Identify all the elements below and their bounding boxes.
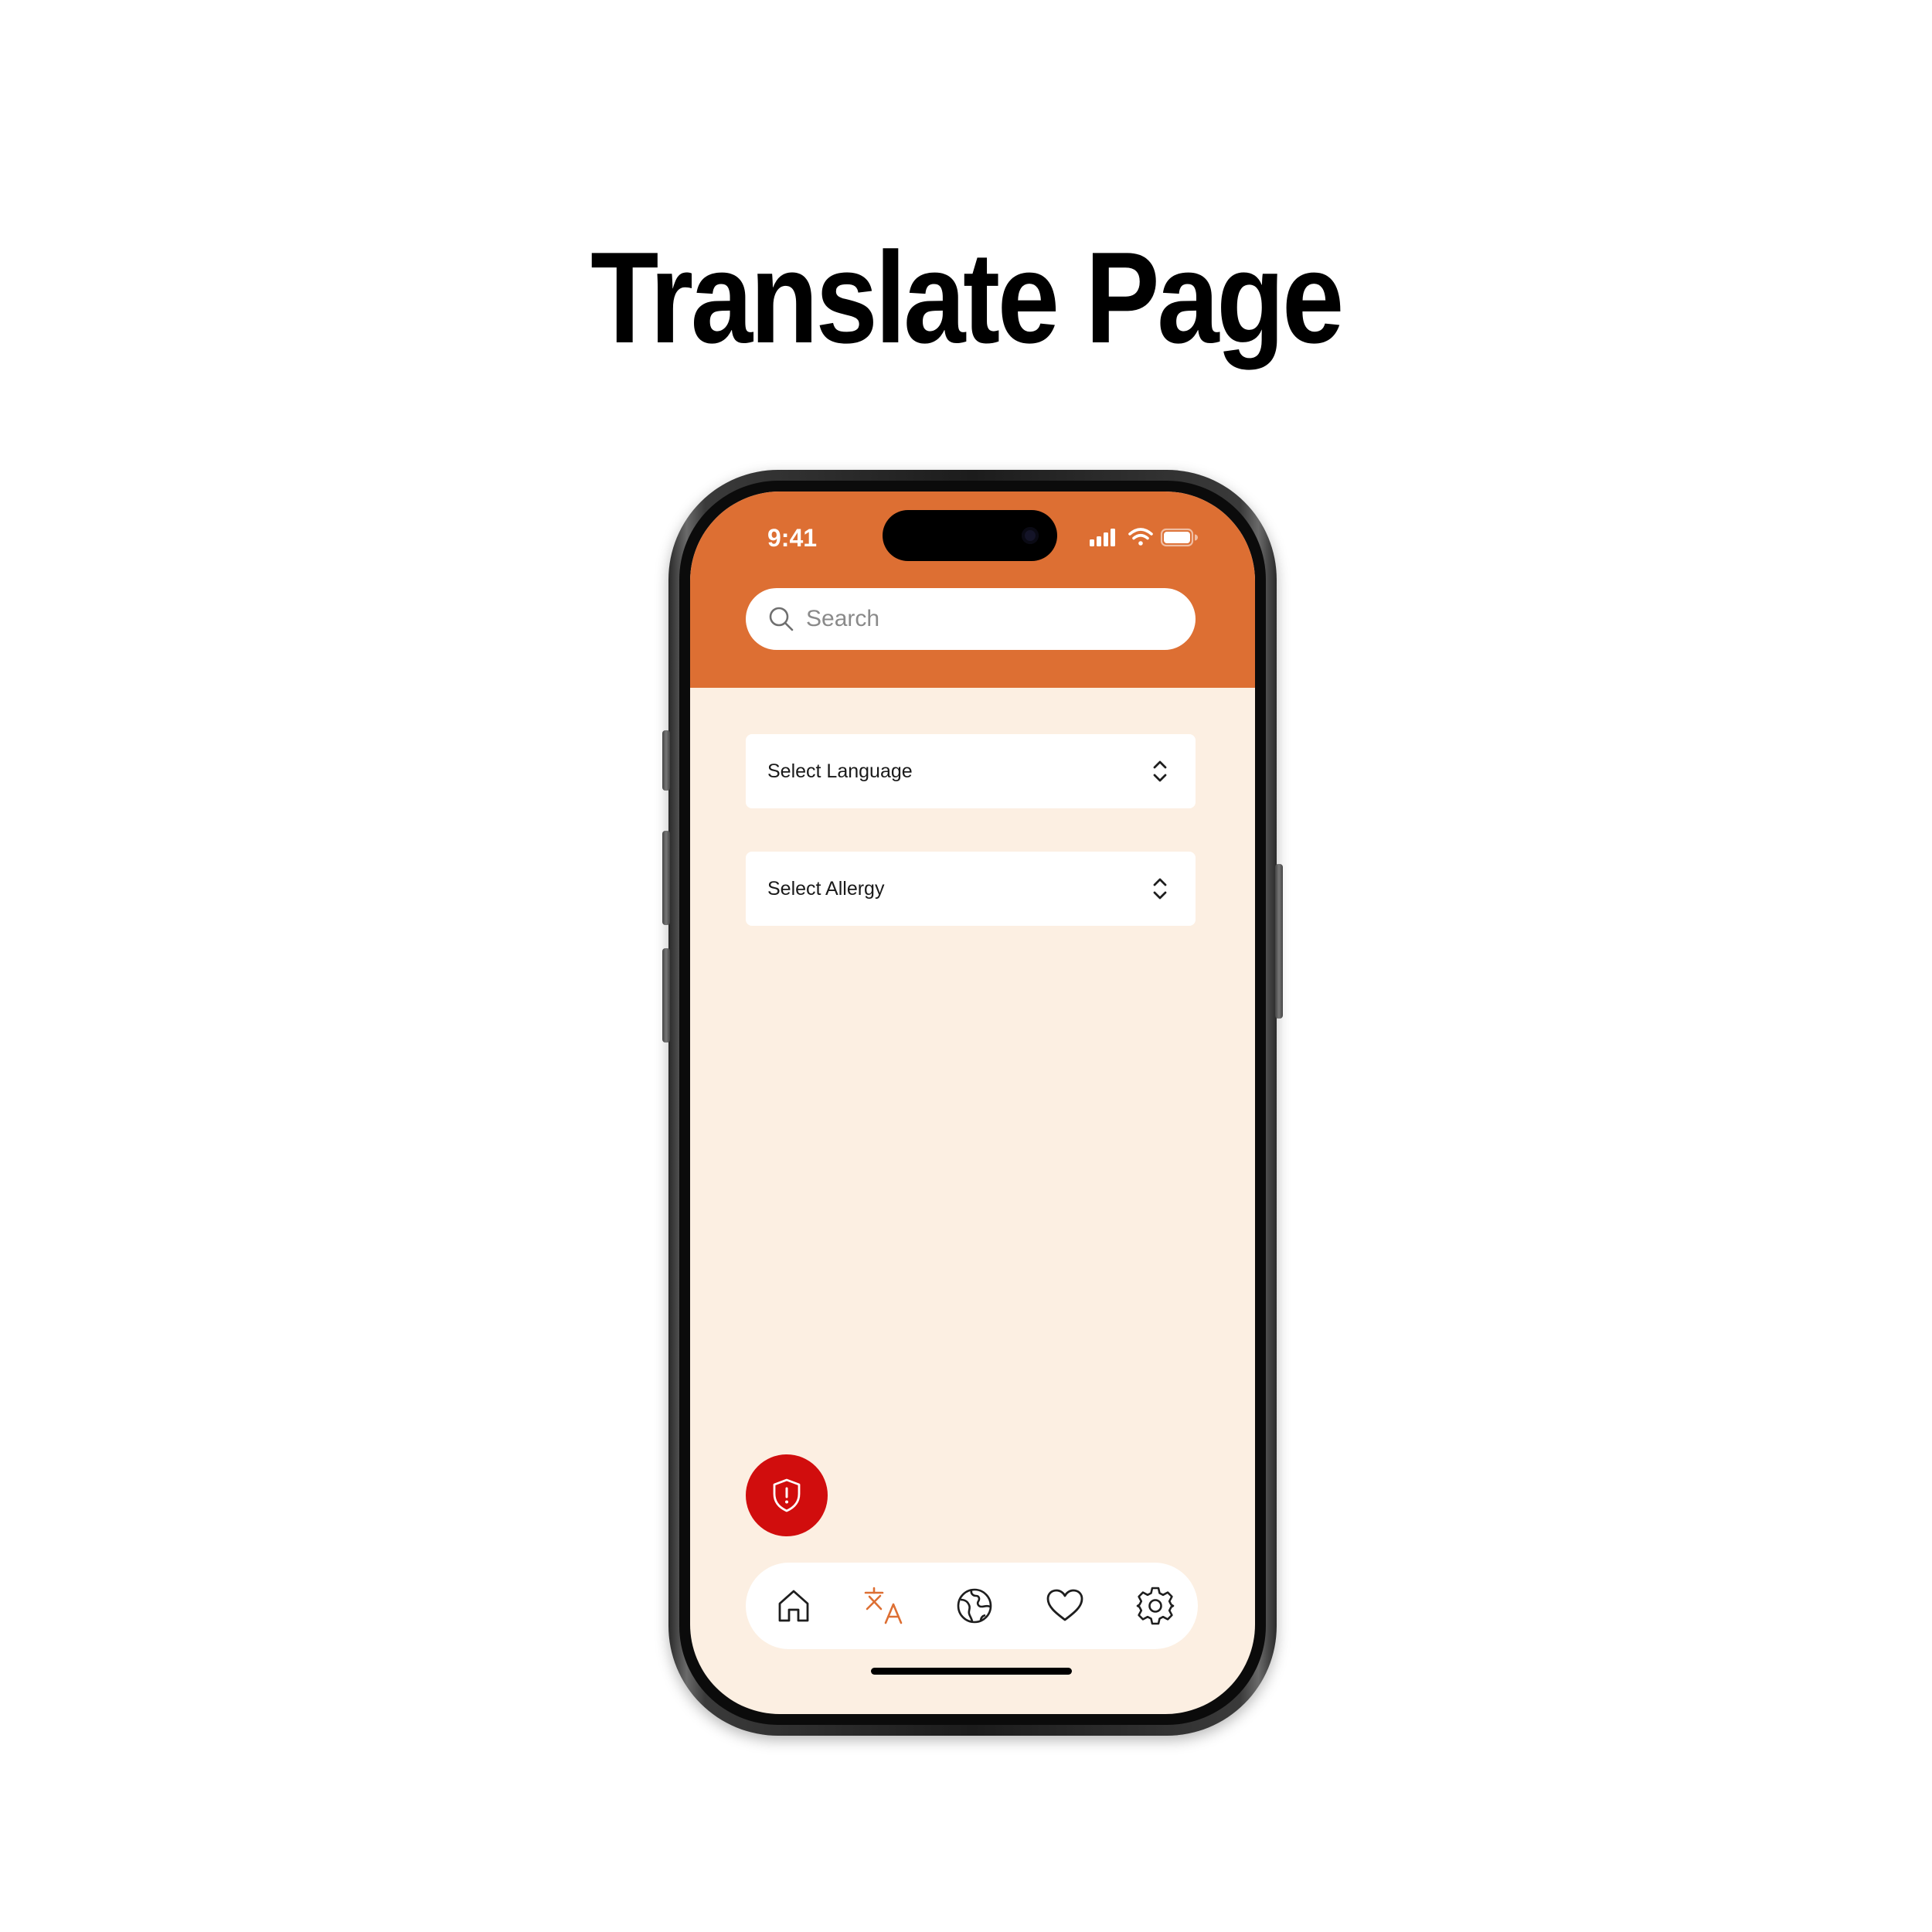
select-language-label: Select Language: [767, 760, 913, 782]
wifi-icon: [1128, 528, 1153, 546]
page-canvas: Translate Page 9:41 Search Select Langua…: [0, 0, 1932, 1932]
volume-down-button: [662, 948, 670, 1043]
camera-icon: [1022, 527, 1039, 544]
power-button: [1275, 864, 1283, 1019]
action-button: [662, 730, 670, 791]
select-allergy-dropdown[interactable]: Select Allergy: [746, 852, 1196, 926]
chevron-up-down-icon: [1153, 878, 1167, 900]
search-bar[interactable]: [746, 588, 1196, 650]
select-language-dropdown[interactable]: Select Language: [746, 734, 1196, 808]
battery-icon: [1160, 528, 1198, 547]
chevron-up-down-icon: [1153, 760, 1167, 782]
home-icon[interactable]: [772, 1584, 815, 1628]
heart-icon[interactable]: [1043, 1584, 1087, 1628]
phone-screen: 9:41 Search Select Language Select Aller…: [690, 492, 1255, 1714]
gear-icon[interactable]: [1134, 1584, 1177, 1628]
app-header: 9:41: [690, 492, 1255, 688]
search-input[interactable]: [806, 599, 1177, 639]
page-title: Translate Page: [590, 225, 1344, 370]
signal-icon: [1090, 529, 1115, 546]
select-allergy-label: Select Allergy: [767, 878, 885, 900]
volume-up-button: [662, 831, 670, 925]
dynamic-island: [883, 510, 1057, 561]
home-indicator: [871, 1668, 1072, 1675]
bottom-tab-bar: [746, 1563, 1198, 1649]
globe-icon[interactable]: [953, 1584, 996, 1628]
search-icon: [769, 607, 794, 631]
status-time: 9:41: [767, 524, 818, 552]
allergy-alert-button[interactable]: [746, 1454, 828, 1536]
status-icons: [1090, 528, 1198, 547]
shield-alert-icon: [773, 1478, 801, 1512]
translate-icon[interactable]: [862, 1584, 906, 1628]
